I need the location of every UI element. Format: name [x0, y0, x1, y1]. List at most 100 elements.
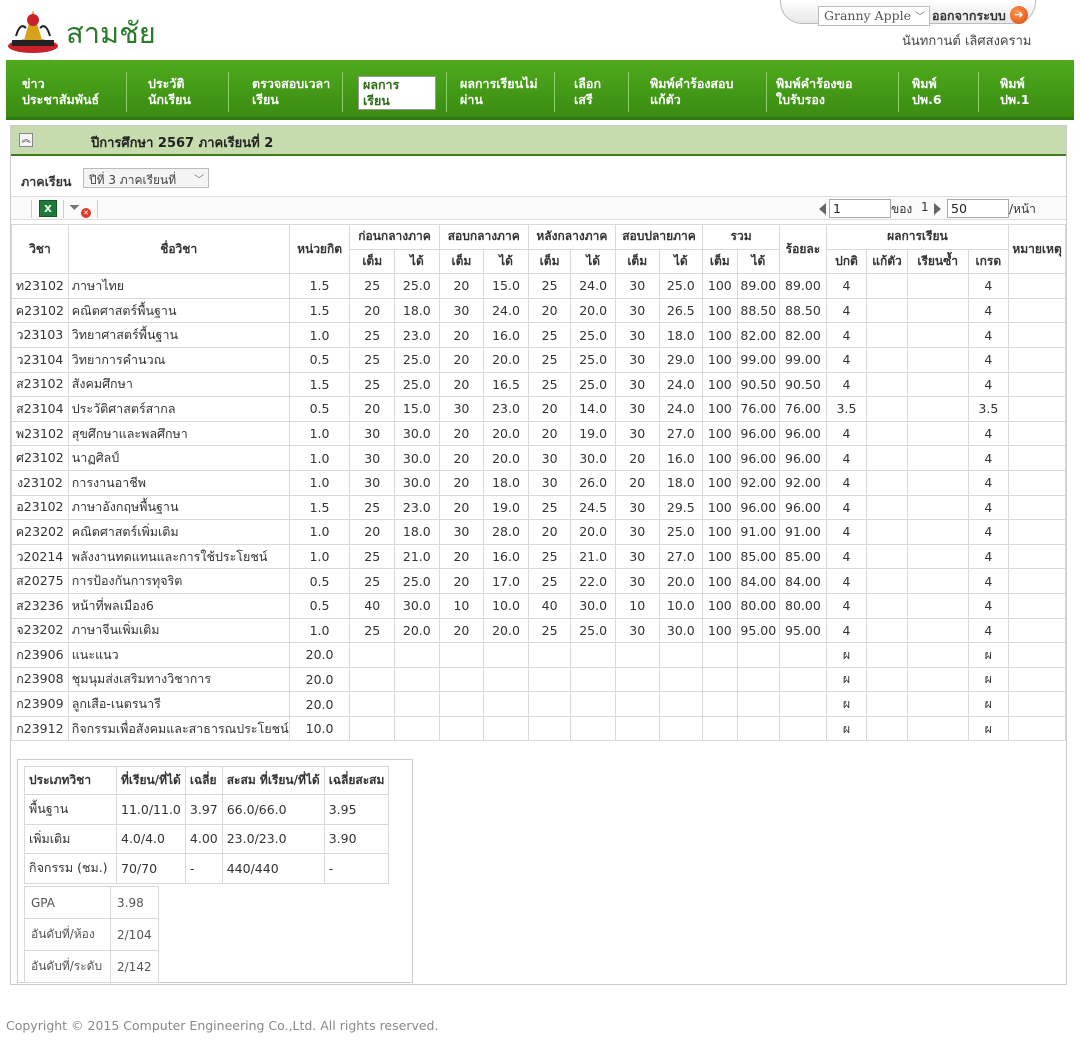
excel-export-icon[interactable]: X — [39, 200, 57, 217]
table-cell: 25.0 — [394, 346, 440, 373]
grades-panel: ︽ ปีการศึกษา 2567 ภาคเรียนที่ 2 ภาคเรียน… — [10, 125, 1067, 985]
next-page-icon[interactable] — [934, 203, 941, 215]
table-cell: 76.00 — [779, 396, 827, 422]
table-row: พ23102 สุขศึกษาและพลศึกษา 1.0 30 30.0 20 20.0 2… — [11, 420, 1066, 447]
table-cell: 0.5 — [288, 592, 351, 619]
table-cell: ส20275 — [11, 568, 69, 594]
table-cell: 20 — [349, 297, 396, 324]
nav-item-1[interactable]: ประวัติ นักเรียน — [148, 76, 191, 108]
table-cell: 20 — [438, 543, 485, 570]
nav-item-9[interactable]: พิมพ์ ปพ.1 — [1000, 76, 1030, 108]
table-cell: 4 — [825, 494, 868, 521]
table-cell: 22.0 — [570, 568, 616, 594]
table-cell: 30.0 — [394, 445, 440, 471]
nav-divider — [628, 72, 629, 112]
table-cell — [570, 715, 616, 742]
summary-cell: กิจกรรม (ชม.) — [24, 853, 117, 884]
table-cell: 30.0 — [394, 420, 440, 447]
table-cell: 30 — [438, 297, 485, 324]
table-cell: 100 — [702, 322, 738, 348]
table-cell: 4 — [825, 420, 868, 447]
grades-table: วิชา ชื่อวิชา หน่วยกิต ก่อนกลางภาค สอบกล… — [11, 223, 1066, 742]
nav-item-5[interactable]: เลือก เสรี — [574, 76, 601, 108]
table-cell: 100 — [702, 469, 738, 496]
nav-item-6[interactable]: พิมพ์คำร้องสอบ แก้ตัว — [650, 76, 734, 108]
table-cell: 4 — [825, 469, 868, 496]
nav-item-8[interactable]: พิมพ์ ปพ.6 — [912, 76, 942, 108]
table-cell: 100 — [702, 568, 738, 594]
table-cell: 24.0 — [658, 371, 704, 398]
per-page-suffix: /หน้า — [1009, 202, 1036, 216]
table-cell: 1.0 — [288, 617, 351, 644]
table-cell: 20 — [614, 445, 660, 471]
prev-page-icon[interactable] — [819, 203, 826, 215]
table-cell: การงานอาชีพ — [67, 469, 290, 496]
nav-item-line: ผลการ — [363, 77, 400, 92]
table-row: ท23102 ภาษาไทย 1.5 25 25.0 20 15.0 25 24.0 30 25.0… — [11, 273, 1066, 299]
nav-item-line: พิมพ์ — [912, 76, 937, 91]
table-cell — [349, 642, 396, 668]
col-got: ได้ — [570, 248, 616, 275]
table-cell: 25 — [527, 494, 572, 521]
nav-item-line: ประชาสัมพันธ์ — [22, 92, 100, 107]
table-cell — [658, 691, 704, 717]
table-cell: 25 — [349, 273, 396, 299]
table-cell: ผ — [967, 666, 1010, 693]
table-cell — [614, 715, 660, 742]
table-cell: 1.5 — [288, 297, 351, 324]
logout-button[interactable]: ออกจากระบบ ➔ — [932, 6, 1028, 26]
page-input[interactable]: 1 — [829, 199, 891, 218]
table-cell: 20.0 — [288, 642, 351, 668]
table-cell: 20 — [438, 445, 485, 471]
remark-cell — [1008, 322, 1066, 348]
per-page-input[interactable]: 50 — [947, 199, 1009, 218]
table-cell — [906, 543, 969, 570]
collapse-icon[interactable]: ︽ — [19, 133, 33, 147]
table-cell: 20 — [438, 469, 485, 496]
nav-divider — [978, 72, 979, 112]
table-cell — [779, 715, 827, 742]
nav-item-line: เสรี — [574, 92, 593, 107]
table-cell: 25.0 — [658, 273, 704, 299]
table-cell: ผ — [825, 691, 868, 717]
table-cell: 100 — [702, 420, 738, 447]
semester-select[interactable]: ปีที่ 3 ภาคเรียนที่ ﹀ — [83, 168, 209, 188]
table-cell — [866, 666, 908, 693]
grade-summary: ประเภทวิชา ที่เรียน/ที่ได้ เฉลี่ย สะสม ที่เ… — [17, 759, 413, 983]
chevron-down-icon: ﹀ — [194, 175, 204, 186]
table-cell — [736, 642, 781, 668]
table-cell: 25 — [527, 543, 572, 570]
table-cell — [866, 642, 908, 668]
table-cell: ก23909 — [11, 691, 69, 717]
nav-item-7[interactable]: พิมพ์คำร้องขอ ใบรับรอง — [776, 76, 852, 108]
table-cell: 3.5 — [825, 396, 868, 422]
nav-item-line: เลือก — [574, 76, 602, 91]
table-cell: 1.0 — [288, 420, 351, 447]
table-row: ก23909 ลูกเสือ-เนตรนารี 20.0 ผ ผ — [11, 691, 1066, 717]
table-cell: 20 — [349, 519, 396, 545]
table-cell: 30 — [527, 445, 572, 471]
table-cell: 25 — [349, 543, 396, 570]
table-cell: พ23102 — [11, 420, 69, 447]
table-cell — [438, 715, 485, 742]
table-cell: 95.00 — [779, 617, 827, 644]
table-cell — [658, 666, 704, 693]
user-select[interactable]: Granny Apple ﹀ — [818, 6, 930, 26]
table-cell: 4 — [967, 519, 1010, 545]
table-cell: 26.5 — [658, 297, 704, 324]
table-cell — [570, 691, 616, 717]
clear-filter-icon[interactable]: ⏷ ✕ — [69, 200, 91, 218]
nav-item-line: เรียน — [363, 93, 390, 108]
table-cell: 40 — [527, 592, 572, 619]
nav-item-4[interactable]: ผลการเรียนไม่ ผ่าน — [460, 76, 538, 108]
table-cell: ท23102 — [11, 273, 69, 299]
table-cell: 100 — [702, 543, 738, 570]
nav-item-3[interactable]: ผลการ เรียน — [358, 76, 436, 110]
table-cell: 20 — [438, 568, 485, 594]
table-cell: 4 — [825, 273, 868, 299]
table-cell: 28.0 — [483, 519, 529, 545]
nav-item-2[interactable]: ตรวจสอบเวลา เรียน — [252, 76, 330, 108]
col-repeat: เรียนซ้ำ — [906, 248, 969, 275]
table-cell: 4 — [967, 617, 1010, 644]
nav-item-0[interactable]: ข่าว ประชาสัมพันธ์ — [22, 76, 99, 108]
